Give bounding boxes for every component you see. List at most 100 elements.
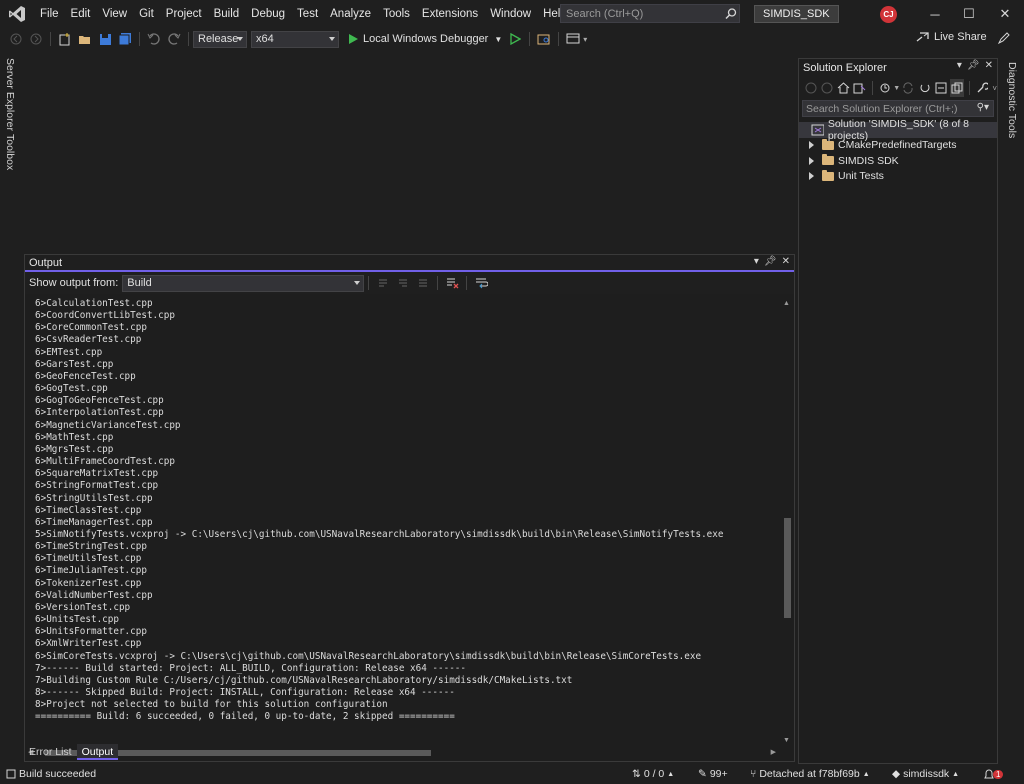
platform-select[interactable]: x64 xyxy=(251,30,339,48)
notifications-button[interactable]: 1 xyxy=(982,768,1004,781)
tab-error-list[interactable]: Error List xyxy=(24,744,77,760)
menu-window[interactable]: Window xyxy=(484,0,537,28)
toggle-word-wrap-icon[interactable] xyxy=(472,274,490,292)
pin-icon[interactable]: 📌︎ xyxy=(764,256,777,267)
output-text[interactable]: 6>CalculationTest.cpp 6>CoordConvertLibTe… xyxy=(25,298,779,746)
pending-changes-filter-icon[interactable] xyxy=(878,79,892,97)
live-share-button[interactable]: Live Share xyxy=(916,31,987,43)
menu-extensions[interactable]: Extensions xyxy=(416,0,484,28)
output-line: 6>TimeStringTest.cpp xyxy=(35,541,147,553)
window-options-icon[interactable]: ▾ xyxy=(957,60,962,71)
scroll-down-icon[interactable]: ▼ xyxy=(783,737,790,744)
horizontal-scrollbar[interactable]: ◀ ▶ xyxy=(25,746,779,761)
sync-icon[interactable] xyxy=(901,79,915,97)
visual-studio-logo-icon[interactable] xyxy=(0,0,34,28)
close-panel-icon[interactable]: ✕ xyxy=(782,256,790,267)
solution-node[interactable]: Solution 'SIMDIS_SDK' (8 of 8 projects) xyxy=(799,118,997,142)
menu-edit[interactable]: Edit xyxy=(65,0,97,28)
menu-file[interactable]: File xyxy=(34,0,65,28)
left-tool-strip: Server Explorer Toolbox xyxy=(0,56,22,766)
tab-diagnostic-tools[interactable]: Diagnostic Tools xyxy=(1006,62,1018,138)
scroll-up-icon[interactable]: ▲ xyxy=(783,300,790,307)
menu-analyze[interactable]: Analyze xyxy=(324,0,377,28)
toolbar-overflow-icon[interactable]: ˅ xyxy=(992,84,997,93)
repository-selector[interactable]: ◆ simdissdk ▲ xyxy=(892,768,959,780)
status-message: Build succeeded xyxy=(19,768,97,780)
source-control-changes[interactable]: ⇅ 0 / 0 ▲ xyxy=(632,768,674,780)
menu-test[interactable]: Test xyxy=(291,0,324,28)
tree-item[interactable]: Unit Tests xyxy=(799,169,997,185)
undo-icon[interactable] xyxy=(145,30,163,48)
output-line: 6>MgrsTest.cpp xyxy=(35,443,114,455)
save-icon[interactable] xyxy=(96,30,114,48)
output-line: 6>MultiFrameCoordTest.cpp xyxy=(35,456,175,468)
menu-tools[interactable]: Tools xyxy=(377,0,416,28)
show-all-files-icon[interactable] xyxy=(949,79,965,97)
toolbar-separator xyxy=(969,81,971,95)
find-message-icon[interactable] xyxy=(414,274,432,292)
toolbar-overflow-icon[interactable]: ▾ xyxy=(583,35,587,44)
minimize-icon[interactable]: ─ xyxy=(918,0,952,28)
search-box[interactable]: Search (Ctrl+Q) xyxy=(560,4,740,23)
output-source-select[interactable]: Build xyxy=(122,274,365,292)
save-all-icon[interactable] xyxy=(116,30,134,48)
navigate-back-icon[interactable] xyxy=(7,30,25,48)
branch-selector[interactable]: ⑂ Detached at f78bf69b ▲ xyxy=(750,768,870,780)
tab-output[interactable]: Output xyxy=(76,744,119,760)
close-panel-icon[interactable]: ✕ xyxy=(985,60,993,71)
go-to-next-message-icon[interactable] xyxy=(394,274,412,292)
menu-project[interactable]: Project xyxy=(160,0,208,28)
expand-arrow-icon[interactable] xyxy=(809,141,814,150)
bottom-tab-strip: Error List Output xyxy=(24,744,119,760)
clear-all-icon[interactable] xyxy=(443,274,461,292)
new-project-icon[interactable] xyxy=(56,30,74,48)
start-debugging-button[interactable]: Local Windows Debugger ▼ xyxy=(347,33,502,45)
menu-build[interactable]: Build xyxy=(208,0,246,28)
expand-arrow-icon[interactable] xyxy=(809,156,814,165)
output-line: 7>Building Custom Rule C:/Users/cj/githu… xyxy=(35,674,573,686)
navigate-forward-icon[interactable] xyxy=(27,30,45,48)
browse-icon[interactable] xyxy=(535,30,553,48)
tab-server-explorer[interactable]: Server Explorer xyxy=(4,58,16,131)
output-panel: Output ▾ 📌︎ ✕ Show output from: Build 6>… xyxy=(24,254,795,762)
output-line: 6>GeoFenceTest.cpp xyxy=(35,370,136,382)
pin-icon[interactable]: 📌︎ xyxy=(967,60,980,71)
back-icon[interactable] xyxy=(804,79,818,97)
expand-arrow-icon[interactable] xyxy=(809,172,814,181)
window-layout-icon[interactable] xyxy=(564,30,582,48)
chevron-up-icon: ▲ xyxy=(667,770,675,778)
switch-views-icon[interactable] xyxy=(853,79,867,97)
scroll-right-icon[interactable]: ▶ xyxy=(771,748,776,756)
window-options-icon[interactable]: ▾ xyxy=(754,256,759,267)
refresh-icon[interactable] xyxy=(917,79,931,97)
configuration-select[interactable]: Release xyxy=(193,30,247,48)
menu-view[interactable]: View xyxy=(96,0,133,28)
vertical-scrollbar[interactable]: ▲ ▼ xyxy=(779,298,794,746)
maximize-icon[interactable]: ☐ xyxy=(952,0,986,28)
home-icon[interactable] xyxy=(837,79,851,97)
folder-icon xyxy=(822,154,834,166)
toolbar-separator xyxy=(188,32,189,46)
start-without-debugging-icon[interactable] xyxy=(506,30,524,48)
menu-debug[interactable]: Debug xyxy=(245,0,291,28)
open-folder-icon[interactable] xyxy=(76,30,94,48)
collapse-all-icon[interactable] xyxy=(934,79,948,97)
feedback-icon[interactable] xyxy=(996,31,1010,48)
solution-icon xyxy=(811,124,824,136)
tree-item[interactable]: SIMDIS SDK xyxy=(799,153,997,169)
output-line: 5>SimNotifyTests.vcxproj -> C:\Users\cj\… xyxy=(35,528,724,540)
tree-item-label: CMakePredefinedTargets xyxy=(838,139,957,152)
properties-wrench-icon[interactable] xyxy=(975,79,989,97)
go-to-previous-message-icon[interactable] xyxy=(374,274,392,292)
user-avatar[interactable]: CJ xyxy=(880,6,897,23)
close-icon[interactable]: ✕ xyxy=(988,0,1022,28)
forward-icon[interactable] xyxy=(820,79,834,97)
solution-explorer-search[interactable]: Search Solution Explorer (Ctrl+;) ⚲▾ xyxy=(802,100,994,117)
output-line: 6>UnitsFormatter.cpp xyxy=(35,626,147,638)
pending-edits[interactable]: ✎ 99+ xyxy=(698,768,728,780)
redo-icon[interactable] xyxy=(165,30,183,48)
chevron-down-icon[interactable]: ▼ xyxy=(893,85,900,92)
tab-toolbox[interactable]: Toolbox xyxy=(4,134,16,170)
menu-git[interactable]: Git xyxy=(133,0,160,28)
vertical-scroll-thumb[interactable] xyxy=(784,518,791,618)
